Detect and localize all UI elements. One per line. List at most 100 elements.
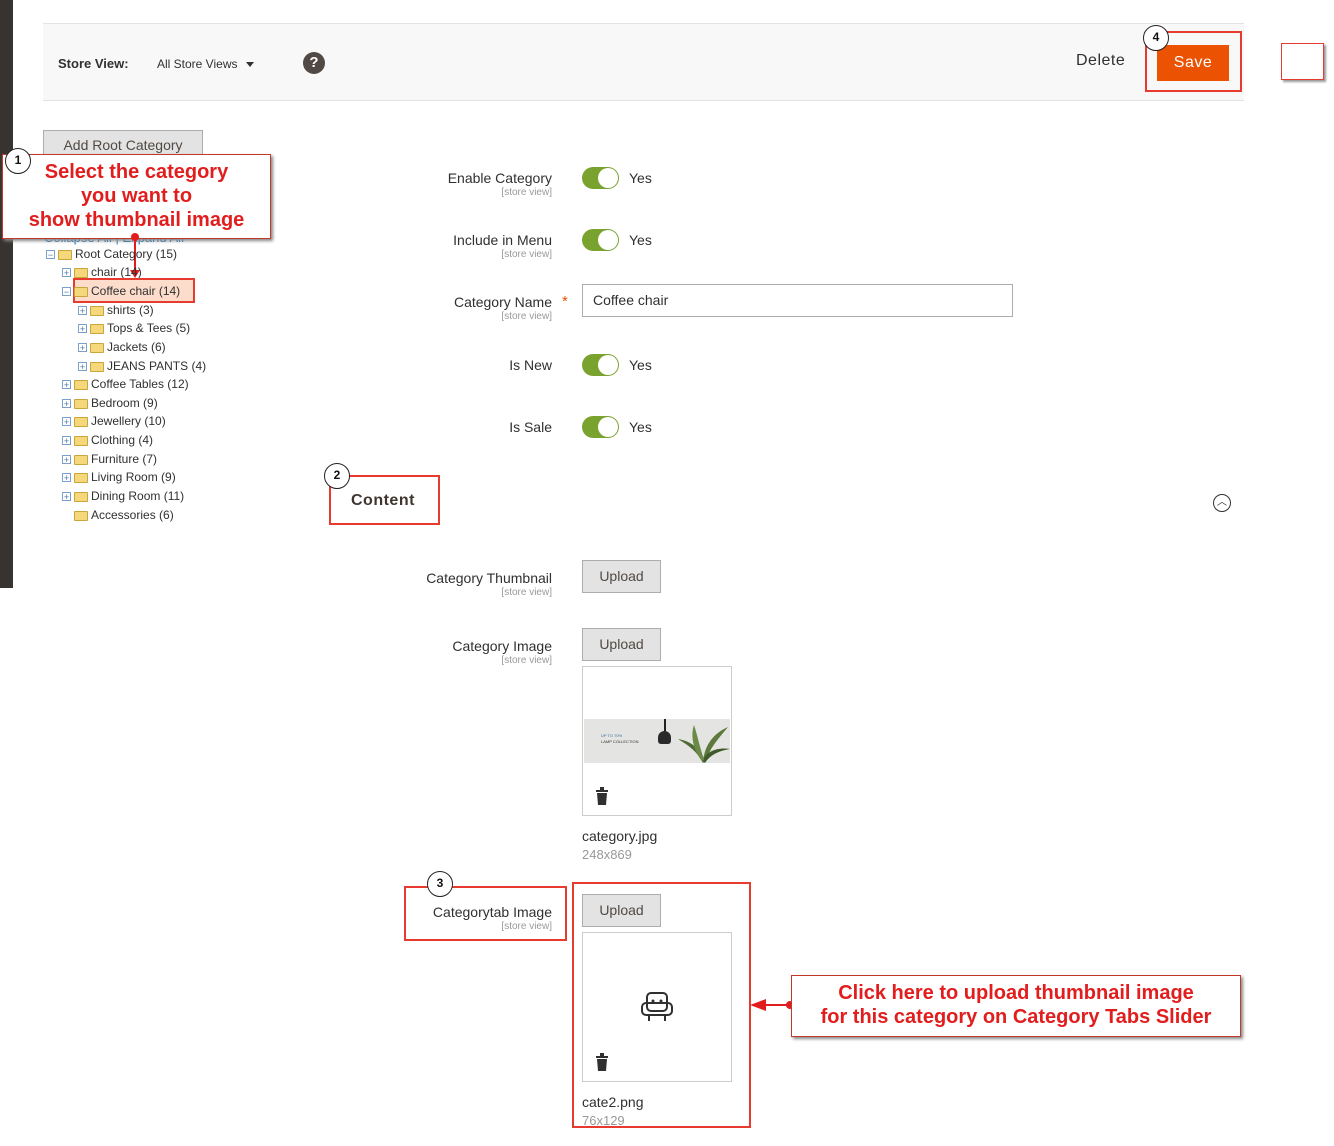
category-name-input[interactable]: Coffee chair (582, 284, 1013, 317)
tree-item-clothing[interactable]: + Clothing (4) (62, 431, 153, 449)
save-button[interactable]: Save (1157, 45, 1229, 81)
tree-item-jackets[interactable]: + Jackets (6) (78, 338, 166, 356)
store-view-switcher[interactable]: All Store Views (157, 57, 255, 71)
tree-item-coffee-chair[interactable]: − Coffee chair (14) (62, 282, 180, 300)
folder-icon (74, 398, 88, 409)
folder-icon (74, 267, 88, 278)
expand-icon[interactable]: + (62, 455, 71, 465)
scope-label: [store view] (501, 311, 552, 322)
tree-item-jeans-pants[interactable]: + JEANS PANTS (4) (78, 357, 206, 375)
store-view-label: Store View: (58, 56, 129, 71)
admin-sidebar-strip (0, 0, 13, 588)
folder-icon (74, 510, 88, 521)
expand-icon[interactable]: + (62, 399, 71, 409)
folder-icon (74, 491, 88, 502)
is-new-toggle[interactable] (582, 354, 619, 376)
category-name-label: Category Name (453, 294, 552, 310)
tree-item-root-category[interactable]: − Root Category (15) (46, 245, 177, 263)
callout1-line3: show thumbnail image (28, 209, 245, 231)
enable-category-label: Enable Category (447, 170, 552, 186)
include-menu-label: Include in Menu (453, 232, 552, 248)
is-sale-toggle[interactable] (582, 416, 619, 438)
armchair-icon (641, 992, 673, 1021)
plant-image (678, 725, 730, 763)
banner-image: UP TO 70% LAMP COLLECTION (584, 719, 730, 763)
expand-icon[interactable]: + (62, 268, 71, 278)
include-menu-toggle[interactable] (582, 229, 619, 251)
enable-category-value: Yes (629, 170, 652, 186)
folder-icon (74, 454, 88, 465)
is-sale-value: Yes (629, 419, 652, 435)
scope-label: [store view] (501, 921, 552, 932)
required-marker: * (562, 293, 568, 310)
folder-icon (74, 286, 88, 297)
callout2-line2: for this category on Category Tabs Slide… (820, 1006, 1212, 1028)
step-2-marker: 2 (324, 463, 350, 489)
tree-item-dining-room[interactable]: + Dining Room (11) (62, 487, 184, 505)
folder-icon (90, 323, 104, 334)
folder-icon (74, 416, 88, 427)
step-4-marker: 4 (1143, 25, 1169, 51)
tree-item-living-room[interactable]: + Living Room (9) (62, 468, 176, 486)
categorytab-image-dimensions: 76x129 (582, 1113, 625, 1128)
expand-icon[interactable]: + (78, 306, 87, 316)
tree-item-coffee-tables[interactable]: + Coffee Tables (12) (62, 375, 189, 393)
step-1-marker: 1 (5, 148, 31, 174)
thumbnail-upload-button[interactable]: Upload (582, 560, 661, 593)
callout-select-category: Select the category you want to show thu… (2, 154, 271, 239)
collapse-icon[interactable]: − (62, 287, 71, 297)
tree-item-furniture[interactable]: + Furniture (7) (62, 450, 157, 468)
expand-icon[interactable]: + (78, 324, 87, 334)
folder-icon (90, 305, 104, 316)
category-image-upload-button[interactable]: Upload (582, 628, 661, 661)
trash-icon[interactable] (595, 787, 609, 810)
expand-icon[interactable]: + (62, 436, 71, 446)
scope-label: [store view] (501, 655, 552, 666)
collapse-icon[interactable]: − (46, 250, 55, 260)
tree-item-shirts[interactable]: + shirts (3) (78, 301, 154, 319)
tree-item-bedroom[interactable]: + Bedroom (9) (62, 394, 158, 412)
is-new-value: Yes (629, 357, 652, 373)
delete-button[interactable]: Delete (1076, 52, 1125, 70)
step-3-marker: 3 (427, 871, 453, 897)
categorytab-image-label: Categorytab Image (432, 904, 552, 920)
expand-icon[interactable]: + (62, 473, 71, 483)
folder-icon (90, 361, 104, 372)
expand-icon[interactable]: + (62, 417, 71, 427)
callout1-line2: you want to (80, 185, 193, 207)
store-view-value: All Store Views (157, 57, 238, 71)
folder-icon (90, 342, 104, 353)
callout-upload-thumbnail: Click here to upload thumbnail image for… (791, 975, 1241, 1037)
expand-icon[interactable]: + (62, 380, 71, 390)
trash-icon[interactable] (595, 1053, 609, 1076)
folder-icon (74, 472, 88, 483)
chevron-up-icon[interactable]: ︿ (1213, 494, 1231, 512)
is-new-label: Is New (509, 357, 552, 373)
content-section-title[interactable]: Content (351, 492, 415, 510)
folder-icon (58, 249, 72, 260)
include-menu-value: Yes (629, 232, 652, 248)
tree-item-tops-tees[interactable]: + Tops & Tees (5) (78, 319, 190, 337)
expand-icon[interactable]: + (78, 343, 87, 353)
question-circle-icon[interactable]: ? (303, 52, 325, 74)
categorytab-upload-button[interactable]: Upload (582, 894, 661, 927)
enable-category-toggle[interactable] (582, 167, 619, 189)
tree-item-accessories[interactable]: Accessories (6) (74, 506, 174, 524)
callout1-line1: Select the category (44, 161, 229, 183)
expand-icon[interactable]: + (62, 492, 71, 502)
scope-label: [store view] (501, 187, 552, 198)
category-thumbnail-label: Category Thumbnail (426, 570, 552, 586)
is-sale-label: Is Sale (509, 419, 552, 435)
callout2-line1: Click here to upload thumbnail image (838, 982, 1194, 1004)
category-image-filename[interactable]: category.jpg (582, 828, 657, 844)
callout2-arrow (750, 999, 794, 1011)
categorytab-image-filename[interactable]: cate2.png (582, 1094, 644, 1110)
category-image-label: Category Image (452, 638, 552, 654)
annotation-box (1281, 43, 1324, 80)
expand-icon[interactable]: + (78, 362, 87, 372)
tree-item-jewellery[interactable]: + Jewellery (10) (62, 412, 166, 430)
folder-icon (74, 379, 88, 390)
scope-label: [store view] (501, 249, 552, 260)
categorytab-image-preview (582, 932, 732, 1082)
folder-icon (74, 435, 88, 446)
